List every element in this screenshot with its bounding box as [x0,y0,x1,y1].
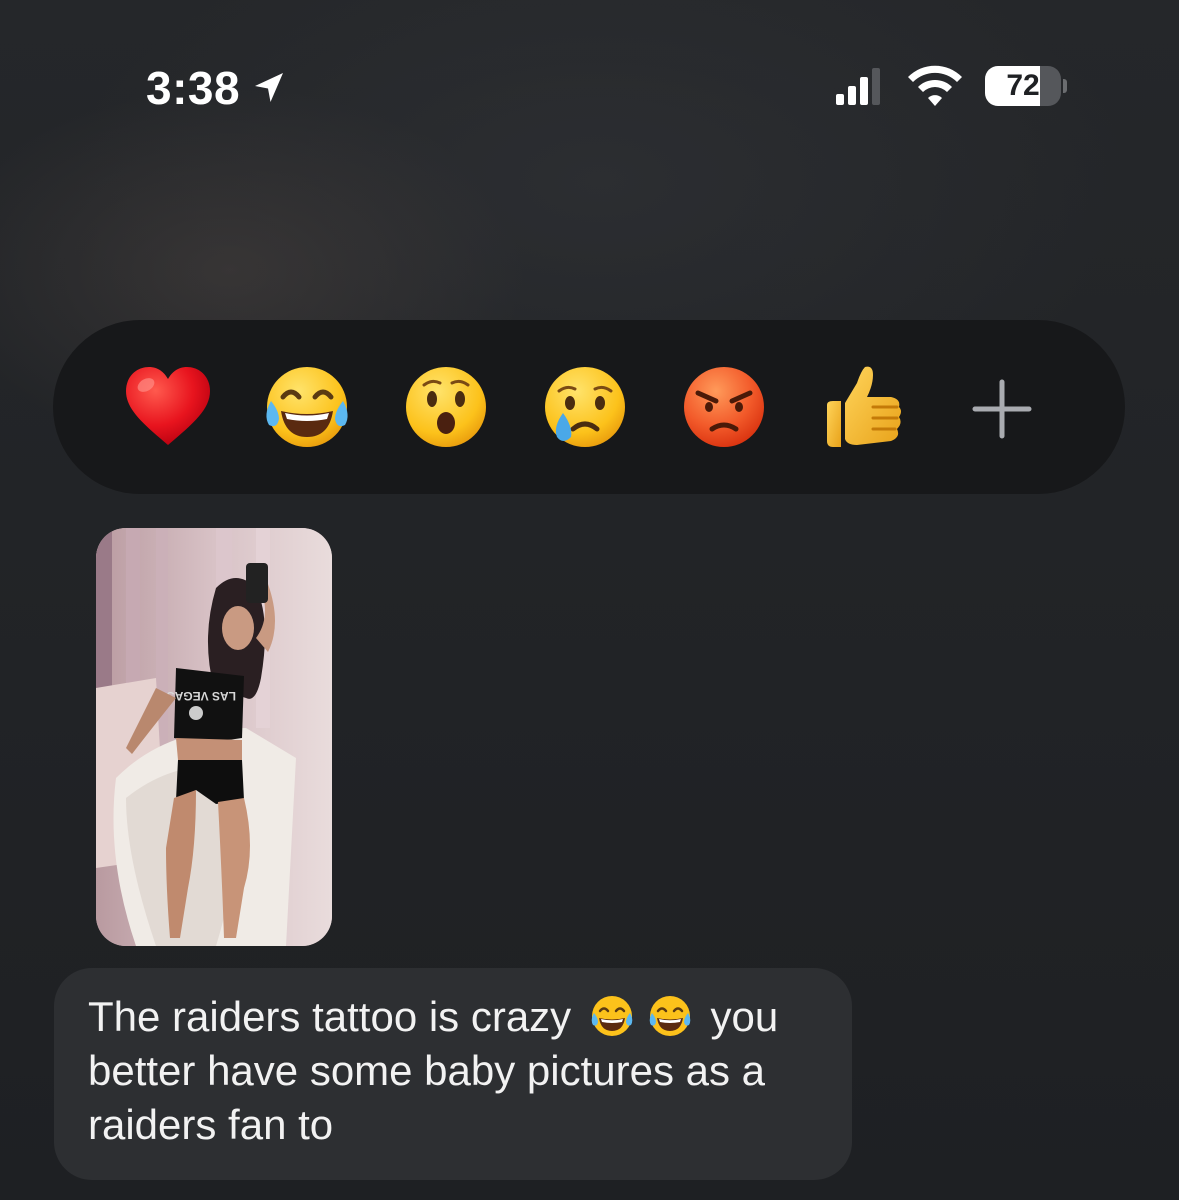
crying-face-icon [545,367,625,447]
shirt-text: LAS VEGAS [167,689,236,703]
laughing-emoji-icon [643,993,697,1039]
photo-image: LAS VEGAS [96,528,332,946]
wifi-icon [908,65,962,106]
message-line-2: better have some baby pictures as a [88,1047,766,1094]
time-group: 3:38 [146,60,288,116]
reaction-heart-button[interactable] [122,361,214,453]
cellular-signal-icon [836,68,880,105]
message-photo[interactable]: LAS VEGAS [96,528,332,946]
reaction-sad-button[interactable] [539,361,631,453]
message-bubble[interactable]: The raiders tattoo is crazy you better h… [54,968,852,1180]
location-arrow-icon [255,73,284,102]
thumbs-up-icon [827,366,901,447]
reaction-angry-button[interactable] [678,361,770,453]
reaction-wow-button[interactable] [400,361,492,453]
reaction-laugh-button[interactable] [261,361,353,453]
reaction-bar [53,320,1125,494]
battery-body: 72 [985,66,1061,106]
face-with-open-mouth-icon [406,367,486,447]
battery-percent: 72 [1006,69,1040,102]
laughing-emoji-icon [585,993,639,1039]
message-line-1-text: The raiders tattoo is crazy [88,993,572,1040]
battery-icon: 72 [985,66,1067,106]
status-bar: 3:38 72 [0,0,1179,175]
message-text: The raiders tattoo is crazy you better h… [88,990,828,1152]
pouting-face-icon [684,367,764,447]
message-line-1-end: you [710,993,779,1040]
face-with-tears-of-joy-icon [266,367,348,447]
red-heart-icon [126,367,210,445]
add-reaction-plus-icon[interactable] [971,378,1033,440]
status-time: 3:38 [146,62,241,114]
battery-nub [1063,79,1067,93]
message-line-3: raiders fan to [88,1101,334,1148]
message-line-1: The raiders tattoo is crazy you [88,990,828,1044]
reaction-thumbs-up-button[interactable] [817,361,909,453]
